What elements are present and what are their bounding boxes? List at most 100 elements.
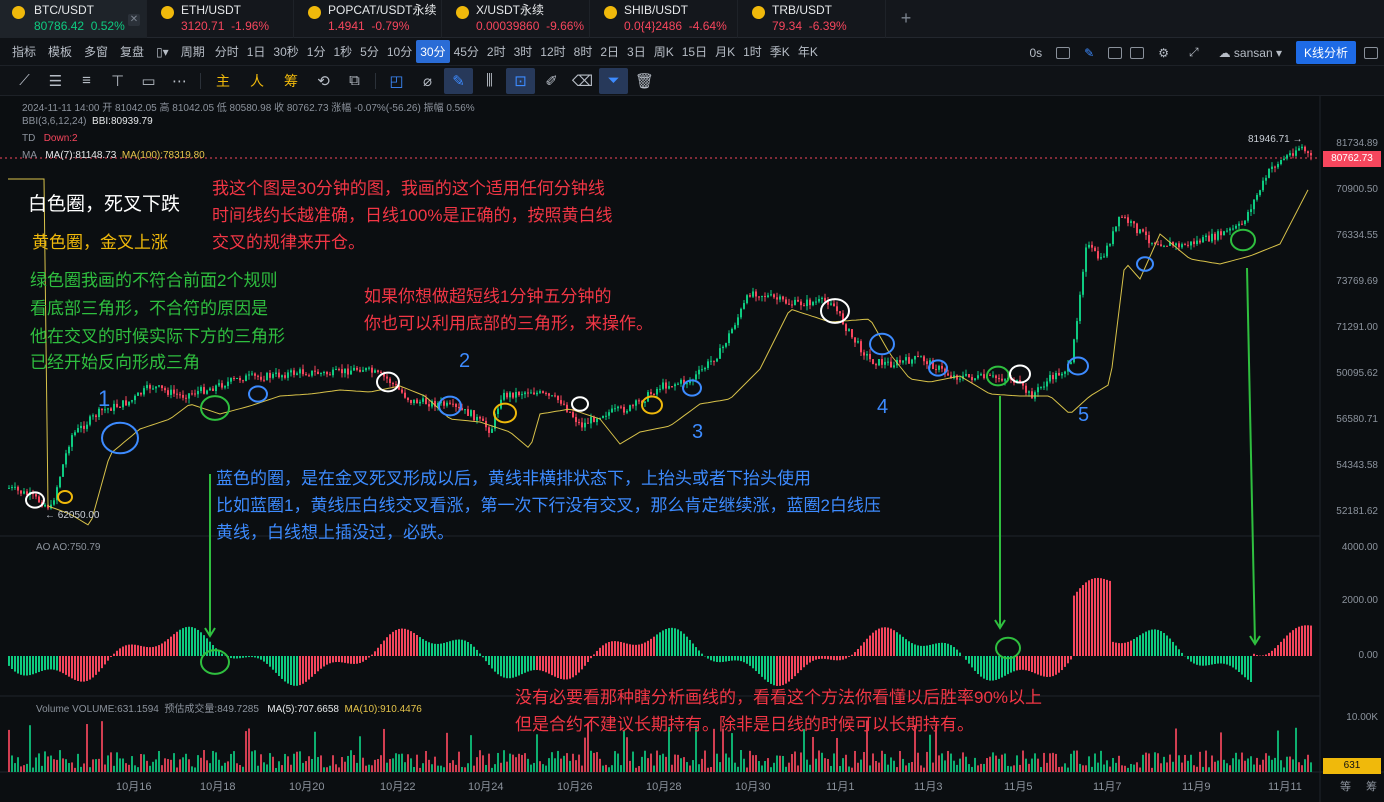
volume-bar [299, 751, 301, 772]
sidebar-toggle-icon[interactable] [1364, 46, 1378, 59]
parallel-icon[interactable]: ≡ [72, 68, 101, 94]
tab-trb[interactable]: TRB/USDT 79.34 -6.39% [738, 0, 886, 38]
tab-price: 80786.42 0.52% [34, 19, 125, 33]
ao-bar [710, 656, 712, 661]
period-18[interactable]: 1时 [739, 40, 766, 63]
tab-x[interactable]: X/USDT永续 0.00039860 -9.66% [442, 0, 590, 38]
lock-icon[interactable]: ⊡ [506, 67, 535, 94]
volume-bar [1283, 767, 1285, 772]
period-14[interactable]: 3日 [623, 40, 650, 63]
tab-btc[interactable]: BTC/USDT 80786.42 0.52% ✕ [0, 0, 147, 38]
period-20[interactable]: 年K [794, 40, 822, 63]
volume-bar [260, 754, 262, 772]
period-15[interactable]: 周K [650, 40, 678, 63]
window-icon[interactable] [1108, 46, 1123, 59]
period-0[interactable]: 分时 [211, 40, 243, 63]
main-force-button[interactable]: 主 [207, 71, 239, 91]
period-11[interactable]: 12时 [536, 40, 569, 63]
period-13[interactable]: 2日 [596, 40, 623, 63]
period-7[interactable]: 30分 [416, 40, 450, 63]
volume-bar [134, 765, 136, 772]
user-cloud[interactable]: ☁ sansan ▾ [1213, 43, 1288, 63]
ray-icon[interactable]: ⊤ [103, 68, 132, 94]
period-17[interactable]: 月K [711, 40, 739, 63]
expand-icon[interactable]: ⤢ [1183, 42, 1205, 63]
volume-bar [113, 765, 115, 772]
kline-analysis-button[interactable]: K线分析 [1295, 41, 1356, 64]
period-2[interactable]: 30秒 [269, 40, 302, 63]
candle-body [626, 410, 628, 413]
period-8[interactable]: 45分 [450, 40, 483, 63]
period-label[interactable]: 周期 [175, 40, 211, 63]
ao-bar [1112, 641, 1114, 656]
ao-bar [794, 656, 796, 677]
candle-body [554, 395, 556, 397]
period-6[interactable]: 10分 [383, 40, 416, 63]
volume-bar [569, 760, 571, 772]
candle-body [395, 384, 397, 386]
ao-bar [1160, 631, 1162, 656]
chart-type-button[interactable]: ▯▾ [150, 42, 175, 62]
edit-icon[interactable]: ✐ [537, 68, 566, 94]
replay-button[interactable]: 复盘 [114, 40, 150, 63]
close-icon[interactable]: ✕ [128, 14, 140, 26]
ao-bar [1052, 656, 1054, 677]
stack-icon[interactable]: ⧉ [340, 68, 369, 94]
period-5[interactable]: 5分 [356, 40, 383, 63]
candle-icon[interactable]: ⫼ [475, 68, 504, 94]
ao-bar [158, 645, 160, 656]
ao-bar [1223, 656, 1225, 664]
sync-icon[interactable]: ⟲ [309, 68, 338, 94]
ao-bar [359, 656, 361, 664]
period-4[interactable]: 1秒 [329, 40, 356, 63]
ruler-icon[interactable]: ⌀ [413, 68, 442, 94]
trendline-icon[interactable]: ⟋ [10, 68, 39, 94]
more-icon[interactable]: ⋯ [165, 68, 194, 94]
hlines-icon[interactable]: ☰ [41, 68, 70, 94]
magnet-icon[interactable]: ◰ [382, 68, 411, 94]
ao-axis-label: 4000.00 [1341, 542, 1378, 553]
people-button[interactable]: 人 [241, 71, 273, 91]
rect-icon[interactable]: ▭ [134, 68, 163, 94]
multi-window-button[interactable]: 多窗 [78, 40, 114, 63]
period-19[interactable]: 季K [766, 40, 794, 63]
candle-body [836, 306, 838, 312]
period-10[interactable]: 3时 [510, 40, 537, 63]
volume-bar [1238, 759, 1240, 772]
template-button[interactable]: 模板 [42, 40, 78, 63]
period-3[interactable]: 1分 [303, 40, 330, 63]
ao-bar [332, 656, 334, 663]
volume-bar [995, 755, 997, 772]
pencil-icon[interactable]: ✎ [1078, 43, 1100, 63]
filter-icon[interactable]: ⏷ [599, 67, 628, 94]
period-12[interactable]: 8时 [570, 40, 597, 63]
ao-bar [1049, 656, 1051, 677]
period-16[interactable]: 15日 [678, 40, 711, 63]
ao-bar [683, 633, 685, 656]
x-axis-label: 11月3 [914, 781, 943, 793]
period-1[interactable]: 1日 [243, 40, 270, 63]
ao-bar [266, 656, 268, 664]
ao-bar [476, 649, 478, 656]
pen-icon[interactable]: ✎ [444, 67, 473, 94]
tab-shib[interactable]: SHIB/USDT 0.0{4}2486 -4.64% [590, 0, 738, 38]
tab-eth[interactable]: ETH/USDT 3120.71 -1.96% [147, 0, 294, 38]
indicators-button[interactable]: 指标 [6, 40, 42, 63]
ao-bar [1070, 656, 1072, 660]
drawing-toolbar: ⟋ ☰ ≡ ⊤ ▭ ⋯ 主 人 筹 ⟲ ⧉ ◰ ⌀ ✎ ⫼ ⊡ ✐ ⌫ ⏷ 🗑 [0, 66, 1384, 96]
candle-body [968, 374, 970, 378]
chart-area[interactable]: 2024-11-11 14:00 开 81042.05 高 81042.05 低… [0, 96, 1384, 802]
trash-icon[interactable]: 🗑 [630, 68, 659, 94]
candle-body [887, 361, 889, 363]
gear-icon[interactable]: ⚙ [1152, 43, 1175, 63]
chips-button[interactable]: 筹 [275, 71, 307, 91]
tab-popcat[interactable]: POPCAT/USDT永续 1.4941 -0.79% [294, 0, 442, 38]
add-tab-icon[interactable]: + [886, 0, 926, 37]
camera-icon[interactable] [1056, 46, 1071, 59]
eraser-icon[interactable]: ⌫ [568, 68, 597, 94]
candle-body [335, 369, 337, 371]
period-9[interactable]: 2时 [483, 40, 510, 63]
volume-bar [56, 759, 58, 772]
layout-icon[interactable] [1130, 46, 1145, 59]
ao-bar [692, 643, 694, 656]
